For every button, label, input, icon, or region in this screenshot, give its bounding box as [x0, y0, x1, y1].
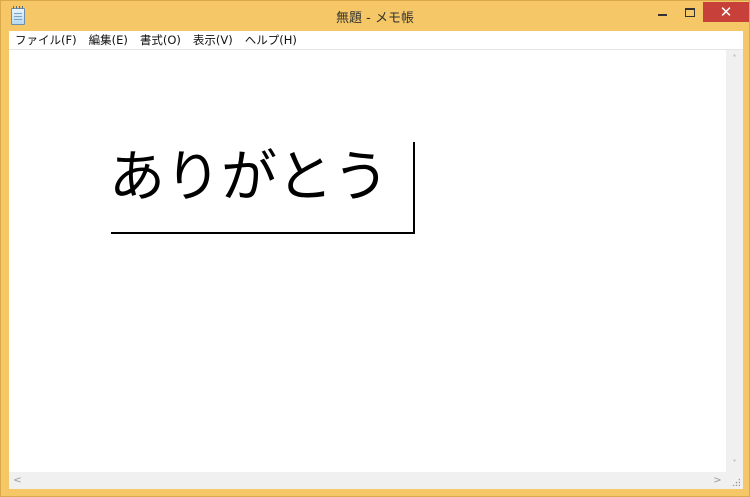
menu-file[interactable]: ファイル(F)	[9, 31, 83, 49]
maximize-button[interactable]	[676, 2, 703, 22]
scroll-down-icon[interactable]: ˅	[726, 455, 743, 472]
maximize-icon	[684, 7, 695, 17]
editor-text: ありがとう	[109, 145, 389, 210]
resize-grip-icon[interactable]	[726, 472, 743, 489]
vertical-scrollbar[interactable]: ˄ ˅	[726, 50, 743, 472]
ime-composition-underline	[111, 232, 413, 234]
scroll-left-icon[interactable]: <	[9, 472, 26, 489]
scroll-up-icon[interactable]: ˄	[726, 50, 743, 67]
scroll-right-icon[interactable]: >	[709, 472, 726, 489]
text-caret	[413, 142, 415, 234]
menu-format[interactable]: 書式(O)	[134, 31, 187, 49]
text-editor[interactable]: ありがとう	[9, 50, 726, 472]
menu-help[interactable]: ヘルプ(H)	[239, 31, 303, 49]
menu-view[interactable]: 表示(V)	[187, 31, 239, 49]
close-icon: ✕	[719, 2, 733, 21]
window-title: 無題 - メモ帳	[336, 11, 414, 26]
horizontal-scrollbar[interactable]: < >	[9, 472, 726, 489]
minimize-button[interactable]	[649, 2, 676, 22]
menu-edit[interactable]: 編集(E)	[83, 31, 134, 49]
close-button[interactable]: ✕	[703, 2, 749, 22]
minimize-icon	[658, 14, 667, 16]
notepad-window: 無題 - メモ帳 ✕ ファイル(F) 編集(E) 書式(O) 表示(V) ヘルプ…	[0, 0, 750, 497]
title-bar[interactable]: 無題 - メモ帳 ✕	[1, 1, 749, 31]
menu-bar: ファイル(F) 編集(E) 書式(O) 表示(V) ヘルプ(H)	[9, 31, 743, 50]
